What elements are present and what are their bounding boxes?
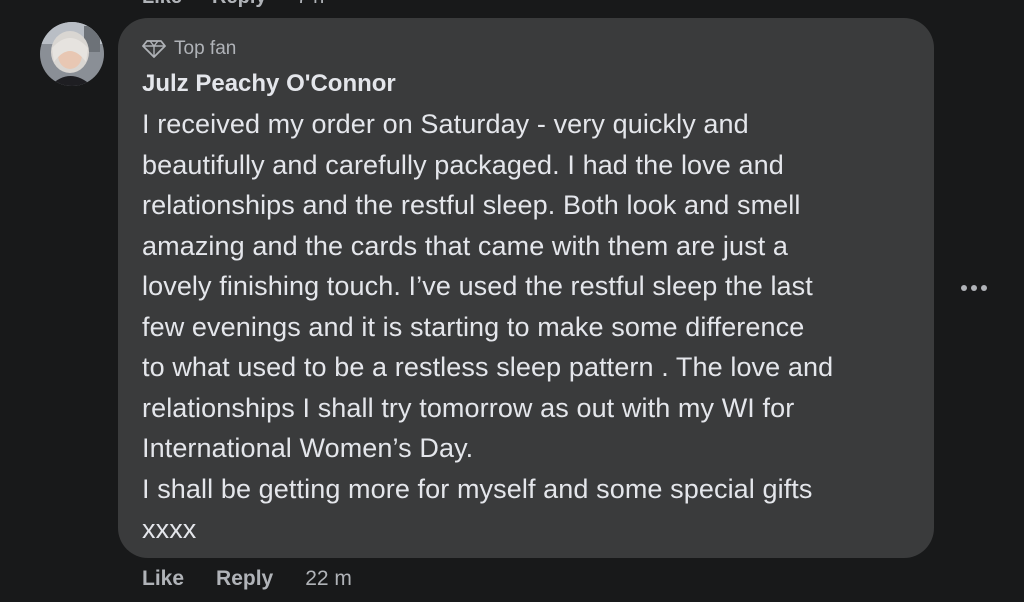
badge-label: Top fan [174,38,237,59]
top-fan-badge[interactable]: Top fan [142,34,910,64]
diamond-icon [142,39,166,59]
comment-bubble: Top fan Julz Peachy O'Connor I received … [118,18,934,558]
like-button[interactable]: Like [142,567,184,591]
more-options-button[interactable] [954,272,994,304]
previous-reply-button[interactable]: Reply [212,0,266,9]
more-horizontal-icon [961,285,967,291]
comment-actions: Like Reply 22 m [142,565,352,593]
previous-comment-time[interactable]: 7 h [297,0,325,9]
comment-timestamp[interactable]: 22 m [305,567,352,591]
more-dot [981,285,987,291]
avatar-image [40,22,104,86]
comment-author[interactable]: Julz Peachy O'Connor [142,68,910,100]
more-dot [971,285,977,291]
comment-text: I received my order on Saturday - very q… [142,109,834,544]
reply-button[interactable]: Reply [216,567,273,591]
comment-thread: Like Reply 7 h Top fan Julz Peachy O'Co [0,0,1024,602]
previous-like-button[interactable]: Like [142,0,182,9]
previous-comment-actions: Like Reply 7 h [142,0,324,9]
avatar[interactable] [40,22,104,86]
